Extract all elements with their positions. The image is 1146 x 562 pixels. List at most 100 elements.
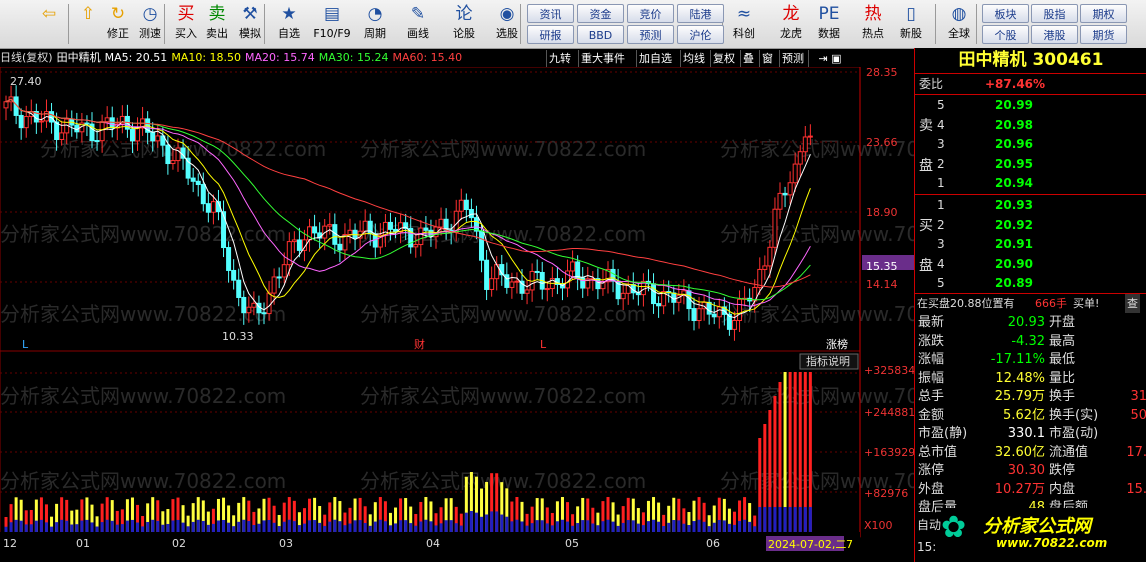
hk-connect-button[interactable]: 陆港 xyxy=(677,4,724,23)
tab-add-watchlist[interactable]: 加自选 xyxy=(636,50,674,67)
volume-bar-base xyxy=(333,519,337,532)
screener-button[interactable]: ◉ 选股 xyxy=(488,2,526,46)
volume-bar-base xyxy=(343,525,347,532)
research-button[interactable]: 研报 xyxy=(527,25,574,44)
tab-ma[interactable]: 均线 xyxy=(680,50,707,67)
volume-bar-base xyxy=(161,524,165,532)
x-axis-label: 02 xyxy=(172,537,186,550)
volume-bar-base xyxy=(247,521,251,532)
stat-key: 金额 xyxy=(918,407,945,423)
draw-button[interactable]: ✎ 画线 xyxy=(398,2,438,46)
stock-name-label: 田中精机 xyxy=(56,51,101,64)
price-axis-label: 14.14 xyxy=(866,278,898,291)
volume-bar-base xyxy=(490,511,494,532)
volume-bar-base xyxy=(566,521,570,532)
futures-button[interactable]: 期货 xyxy=(1080,25,1127,44)
tab-major-events[interactable]: 重大事件 xyxy=(578,50,627,67)
marker-label: L xyxy=(22,338,29,351)
forecast-button[interactable]: 预测 xyxy=(627,25,674,44)
buy-button[interactable]: 买买入 xyxy=(172,2,200,46)
volume-bar-base xyxy=(717,519,721,532)
sell-level-row[interactable]: 5 20.99 xyxy=(915,96,1146,115)
dragon-tiger-button[interactable]: 龙龙虎 xyxy=(773,2,809,46)
buy-level-row[interactable]: 3 20.91 xyxy=(915,235,1146,254)
volume-bar-base xyxy=(722,520,726,532)
buy-level-row[interactable]: 4 20.90 xyxy=(915,255,1146,274)
chart-mode[interactable]: 日线(复权) xyxy=(0,51,53,64)
volume-bar-base xyxy=(196,519,200,532)
period-button[interactable]: ◔ 周期 xyxy=(356,2,394,46)
shanghai-london-button[interactable]: 沪伦 xyxy=(677,25,724,44)
hot-button[interactable]: 热热点 xyxy=(856,2,890,46)
volume-bar-base xyxy=(480,516,484,532)
refresh-button[interactable]: ↻ 修正 xyxy=(103,2,133,46)
candle-body xyxy=(802,136,808,153)
volume-bar-base xyxy=(166,523,170,532)
stocks-button[interactable]: 个股 xyxy=(982,25,1029,44)
simulate-label: 模拟 xyxy=(239,27,261,40)
candle-body xyxy=(195,180,201,186)
simulate-button[interactable]: ⚒ 模拟 xyxy=(234,2,266,46)
indicator-help-label: 指标说明 xyxy=(806,354,850,368)
auction-button[interactable]: 竞价 xyxy=(627,4,674,23)
tab-overlay[interactable]: 叠 xyxy=(740,50,756,67)
funds-button[interactable]: 资金 xyxy=(577,4,624,23)
options-button[interactable]: 期权 xyxy=(1080,4,1127,23)
stat-value: 32.60亿 xyxy=(994,444,1045,460)
data-button[interactable]: PE 数据 xyxy=(812,2,846,46)
tab-window[interactable]: 窗 xyxy=(759,50,775,67)
ma20-label: MA20: 15.74 xyxy=(245,51,315,64)
hk-stocks-button[interactable]: 港股 xyxy=(1031,25,1078,44)
candle-body xyxy=(54,121,60,141)
stat-key-2: 流通值 xyxy=(1049,444,1089,460)
bbd-button[interactable]: BBD xyxy=(577,25,624,44)
buy-level: 5 xyxy=(937,276,945,290)
tech-board-button[interactable]: ≈ 科创 xyxy=(727,2,761,46)
speed-button[interactable]: ◷ 测速 xyxy=(134,2,166,46)
buy-level-row[interactable]: 1 20.93 xyxy=(915,196,1146,215)
buy-level-row[interactable]: 2 20.92 xyxy=(915,216,1146,235)
stat-value-2: 31 xyxy=(1130,389,1146,404)
volume-axis-label: +325834 xyxy=(864,364,914,377)
new-stock-button[interactable]: ▯ 新股 xyxy=(896,2,926,46)
volume-bar-base xyxy=(515,519,519,532)
back-button[interactable]: ⇦ xyxy=(32,2,66,46)
tab-adjust[interactable]: 复权 xyxy=(710,50,737,67)
tech-board-label: 科创 xyxy=(733,27,755,40)
draw-label: 画线 xyxy=(407,27,429,40)
sell-level-row[interactable]: 1 20.94 xyxy=(915,174,1146,193)
search-button[interactable]: 查 xyxy=(1125,294,1140,313)
watchlist-button[interactable]: ★ 自选 xyxy=(270,2,308,46)
stat-row: 振幅 12.48% 量比 xyxy=(915,369,1146,388)
global-button[interactable]: ◍ 全球 xyxy=(941,2,977,46)
forward-button[interactable]: ⇧ xyxy=(74,2,102,46)
sell-level-row[interactable]: 3 20.96 xyxy=(915,135,1146,154)
forum-button[interactable]: 论论股 xyxy=(447,2,481,46)
tab-jiuzhuan[interactable]: 九转 xyxy=(546,50,573,67)
volume-bar-base xyxy=(60,519,64,532)
sell-button[interactable]: 卖卖出 xyxy=(202,2,232,46)
candle-body xyxy=(387,221,393,230)
stat-row: 市盈(静) 330.1 市盈(动) xyxy=(915,424,1146,443)
volume-bar-base xyxy=(80,520,84,532)
f10-button[interactable]: ▤ F10/F9 xyxy=(312,2,352,46)
volume-bar-base xyxy=(65,520,69,532)
news-button[interactable]: 资讯 xyxy=(527,4,574,23)
volume-bar-base xyxy=(702,521,706,532)
stat-value-2: 17. xyxy=(1126,444,1146,460)
candle-body xyxy=(18,114,24,129)
sector-button[interactable]: 板块 xyxy=(982,4,1029,23)
volume-bar-base xyxy=(206,524,210,532)
arrow-right-icon[interactable]: ⇥ ▣ xyxy=(808,50,851,67)
candle-body xyxy=(155,135,161,142)
index-button[interactable]: 股指 xyxy=(1031,4,1078,23)
kline-chart[interactable]: 28.35 23.66 18.90 15.35 14.14 27.40 10.33 L 财 L 涨榜… xyxy=(0,67,914,562)
sell-level-row[interactable]: 2 20.95 xyxy=(915,155,1146,174)
buy-level-row[interactable]: 5 20.89 xyxy=(915,274,1146,293)
stat-row: 金额 5.62亿 换手(实) 50 xyxy=(915,406,1146,425)
volume-axis-label: +82976 xyxy=(864,487,908,500)
weibi-label: 委比 xyxy=(919,77,944,91)
volume-bar-base xyxy=(748,521,752,532)
sell-level-row[interactable]: 4 20.98 xyxy=(915,116,1146,135)
tab-forecast[interactable]: 预测 xyxy=(779,50,806,67)
